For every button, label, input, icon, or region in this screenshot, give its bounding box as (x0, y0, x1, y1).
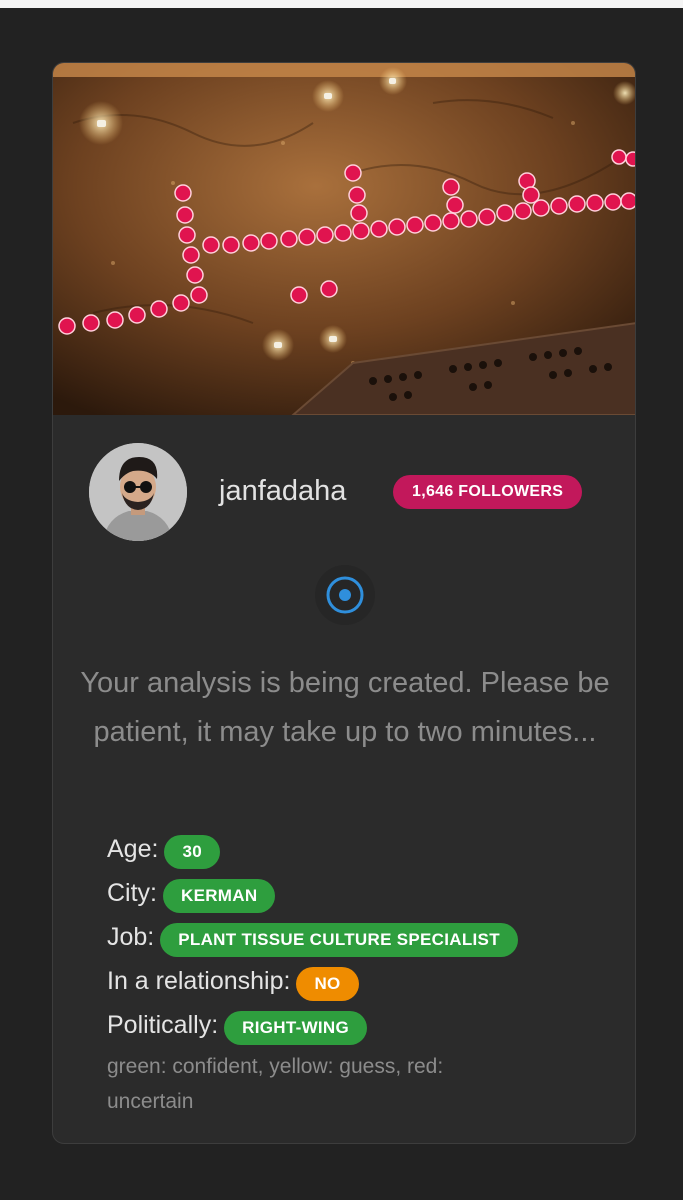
detail-label: Job: (107, 923, 155, 951)
analysis-details: Age: 30 City: KERMAN Job: PLANT TISSUE CULT… (107, 827, 607, 1119)
detail-age: Age: 30 (107, 827, 607, 871)
profile-header: janfadaha 1,646 FOLLOWERS (53, 443, 635, 543)
city-value-tag: KERMAN (163, 879, 276, 914)
username[interactable]: janfadaha (219, 473, 346, 509)
avatar-image (89, 443, 187, 541)
loading-spinner-icon (314, 564, 376, 626)
cover-image (53, 63, 635, 415)
detail-label: City: (107, 879, 157, 907)
detail-job: Job: PLANT TISSUE CULTURE SPECIALIST (107, 915, 607, 959)
browser-top-strip (0, 0, 683, 8)
detail-city: City: KERMAN (107, 871, 607, 915)
detail-label: In a relationship: (107, 967, 291, 995)
age-value-tag: 30 (164, 835, 220, 870)
followers-badge: 1,646 FOLLOWERS (393, 475, 583, 509)
relationship-value-tag: NO (296, 967, 359, 1002)
job-value-tag: PLANT TISSUE CULTURE SPECIALIST (160, 923, 518, 958)
detail-label: Politically: (107, 1011, 219, 1039)
profile-analysis-card: janfadaha 1,646 FOLLOWERS Your analysis … (52, 62, 636, 1144)
confidence-legend: green: confident, yellow: guess, red: un… (107, 1055, 444, 1113)
detail-politics: Politically: RIGHT-WING (107, 1003, 607, 1047)
detail-relationship: In a relationship: NO (107, 959, 607, 1003)
detail-label: Age: (107, 835, 159, 863)
politics-value-tag: RIGHT-WING (224, 1011, 368, 1046)
analysis-status-message: Your analysis is being created. Please b… (80, 667, 610, 748)
avatar[interactable] (89, 443, 187, 541)
